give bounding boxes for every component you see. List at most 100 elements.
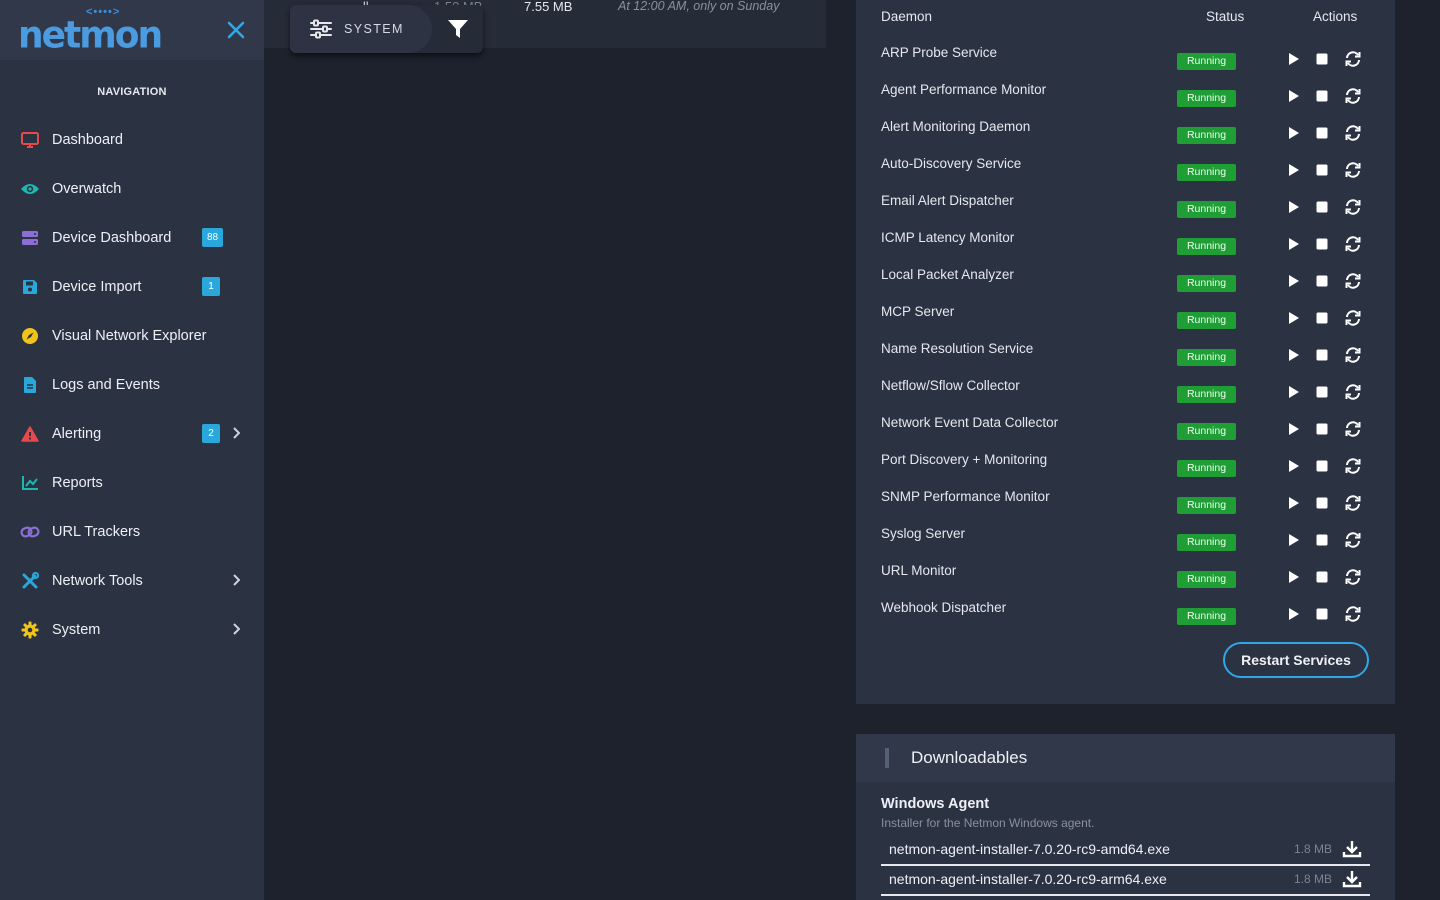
stop-button[interactable] (1312, 308, 1332, 328)
start-button[interactable] (1284, 419, 1304, 439)
stop-button[interactable] (1312, 160, 1332, 180)
stop-button[interactable] (1312, 345, 1332, 365)
restart-button[interactable] (1343, 456, 1363, 476)
stop-button[interactable] (1312, 493, 1332, 513)
start-button[interactable] (1284, 234, 1304, 254)
status-badge: Running (1177, 497, 1236, 514)
stop-button[interactable] (1312, 197, 1332, 217)
sidebar-item-overwatch[interactable]: Overwatch (0, 164, 264, 213)
refresh-icon (1345, 495, 1361, 511)
refresh-icon (1345, 199, 1361, 215)
chevron-right-icon[interactable] (232, 573, 241, 589)
restart-button[interactable] (1343, 382, 1363, 402)
download-icon[interactable] (1342, 839, 1362, 861)
tools-icon (20, 571, 40, 591)
link-icon (20, 522, 40, 542)
stop-button[interactable] (1312, 567, 1332, 587)
chevron-right-icon[interactable] (232, 426, 241, 442)
stop-button[interactable] (1312, 86, 1332, 106)
system-settings-button[interactable]: SYSTEM (290, 5, 432, 53)
sidebar-item-system[interactable]: System (0, 605, 264, 654)
status-badge: Running (1177, 534, 1236, 551)
daemon-row: Webhook Dispatcher Running (856, 600, 1395, 637)
sidebar-item-label: Network Tools (52, 572, 143, 589)
sidebar-item-network-tools[interactable]: Network Tools (0, 556, 264, 605)
start-button[interactable] (1284, 197, 1304, 217)
start-button[interactable] (1284, 456, 1304, 476)
restart-services-button[interactable]: Restart Services (1223, 642, 1369, 678)
start-button[interactable] (1284, 382, 1304, 402)
refresh-icon (1345, 569, 1361, 585)
start-button[interactable] (1284, 604, 1304, 624)
stop-button[interactable] (1312, 271, 1332, 291)
stop-button[interactable] (1312, 456, 1332, 476)
download-file-link[interactable]: netmon-agent-installer-7.0.20-rc9-amd64.… (889, 841, 1170, 857)
netmon-logo[interactable]: <••••> netmon (18, 6, 163, 56)
restart-button[interactable] (1343, 567, 1363, 587)
status-badge: Running (1177, 127, 1236, 144)
stop-button[interactable] (1312, 604, 1332, 624)
stop-icon (1316, 127, 1328, 139)
gear-icon (20, 620, 40, 640)
restart-button[interactable] (1343, 345, 1363, 365)
stop-icon (1316, 534, 1328, 546)
windows-agent-description: Installer for the Netmon Windows agent. (881, 816, 1095, 830)
play-icon (1289, 386, 1299, 398)
stop-button[interactable] (1312, 234, 1332, 254)
play-icon (1289, 423, 1299, 435)
play-icon (1289, 275, 1299, 287)
start-button[interactable] (1284, 271, 1304, 291)
start-button[interactable] (1284, 123, 1304, 143)
restart-button[interactable] (1343, 160, 1363, 180)
sidebar-item-reports[interactable]: Reports (0, 458, 264, 507)
stop-button[interactable] (1312, 530, 1332, 550)
filter-icon (447, 20, 468, 38)
restart-button[interactable] (1343, 234, 1363, 254)
restart-button[interactable] (1343, 419, 1363, 439)
start-button[interactable] (1284, 567, 1304, 587)
start-button[interactable] (1284, 345, 1304, 365)
refresh-icon (1345, 125, 1361, 141)
sidebar-item-dashboard[interactable]: Dashboard (0, 115, 264, 164)
restart-button[interactable] (1343, 308, 1363, 328)
start-button[interactable] (1284, 530, 1304, 550)
daemon-name: Auto-Discovery Service (881, 156, 1022, 171)
stop-button[interactable] (1312, 382, 1332, 402)
chevron-right-icon[interactable] (232, 622, 241, 638)
start-button[interactable] (1284, 49, 1304, 69)
sidebar-item-device-import[interactable]: Device Import 1 (0, 262, 264, 311)
start-button[interactable] (1284, 160, 1304, 180)
restart-button[interactable] (1343, 493, 1363, 513)
sidebar-item-url-trackers[interactable]: URL Trackers (0, 507, 264, 556)
refresh-icon (1345, 310, 1361, 326)
sidebar-item-label: Dashboard (52, 131, 123, 148)
close-sidebar-button[interactable] (222, 16, 250, 44)
stop-button[interactable] (1312, 123, 1332, 143)
daemon-row: SNMP Performance Monitor Running (856, 489, 1395, 526)
restart-button[interactable] (1343, 530, 1363, 550)
play-icon (1289, 53, 1299, 65)
sidebar-item-alerting[interactable]: Alerting 2 (0, 409, 264, 458)
sidebar-item-device-dashboard[interactable]: Device Dashboard 88 (0, 213, 264, 262)
restart-button[interactable] (1343, 123, 1363, 143)
daemon-name: SNMP Performance Monitor (881, 489, 1050, 504)
sidebar-item-visual-network-explorer[interactable]: Visual Network Explorer (0, 311, 264, 360)
status-badge: Running (1177, 386, 1236, 403)
filter-button[interactable] (432, 5, 483, 53)
restart-button[interactable] (1343, 86, 1363, 106)
start-button[interactable] (1284, 493, 1304, 513)
restart-button[interactable] (1343, 197, 1363, 217)
restart-button[interactable] (1343, 49, 1363, 69)
restart-button[interactable] (1343, 271, 1363, 291)
stop-button[interactable] (1312, 49, 1332, 69)
daemon-name: Webhook Dispatcher (881, 600, 1007, 615)
sidebar-item-logs-and-events[interactable]: Logs and Events (0, 360, 264, 409)
restart-button[interactable] (1343, 604, 1363, 624)
start-button[interactable] (1284, 308, 1304, 328)
sidebar-item-label: System (52, 621, 101, 638)
refresh-icon (1345, 88, 1361, 104)
download-icon[interactable] (1342, 869, 1362, 891)
download-file-link[interactable]: netmon-agent-installer-7.0.20-rc9-arm64.… (889, 871, 1167, 887)
stop-button[interactable] (1312, 419, 1332, 439)
start-button[interactable] (1284, 86, 1304, 106)
